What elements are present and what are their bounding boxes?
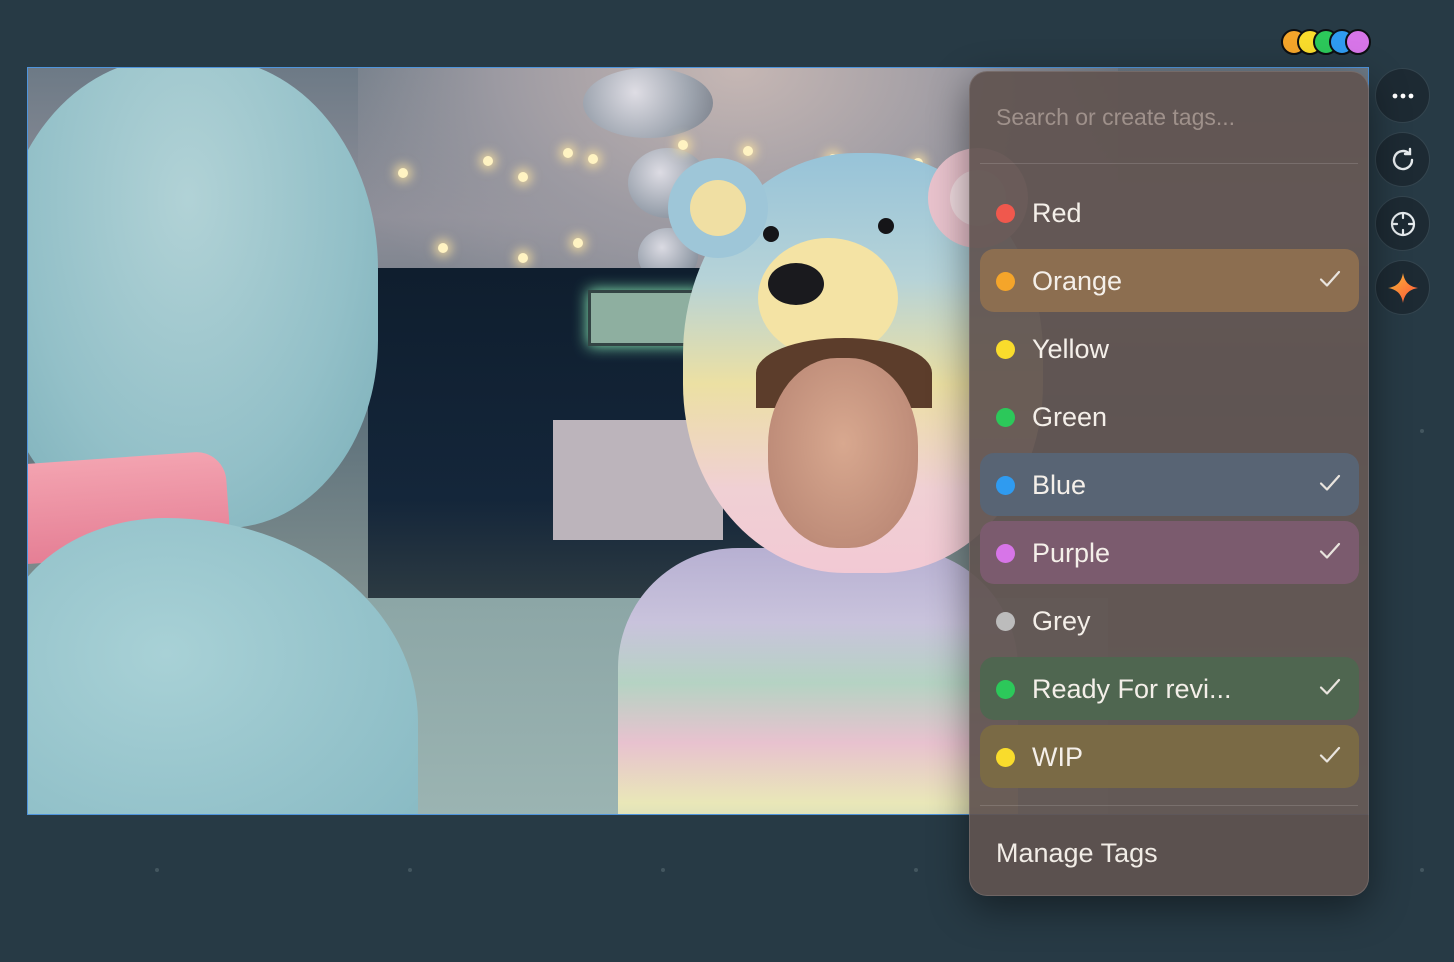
crosshair-icon [1387, 208, 1419, 240]
tag-label: Orange [1032, 266, 1123, 296]
tag-color-chip [1345, 29, 1371, 55]
separator [980, 163, 1358, 164]
tag-option[interactable]: Blue [980, 453, 1359, 516]
tag-label: Ready For revi... [1032, 674, 1232, 704]
tag-label: WIP [1032, 742, 1083, 772]
tag-label: Purple [1032, 538, 1111, 568]
checkmark-icon [1319, 269, 1341, 294]
more-icon [1392, 93, 1414, 99]
tag-color-dot [996, 748, 1015, 767]
tag-option[interactable]: Grey [980, 589, 1359, 652]
sparkle-icon [1386, 271, 1420, 305]
checkmark-icon [1319, 677, 1341, 702]
tag-color-dot [996, 476, 1015, 495]
ai-sparkle-button[interactable] [1375, 260, 1430, 315]
tag-label: Blue [1032, 470, 1087, 500]
bear-ear-left [668, 158, 768, 258]
striped-sweater [618, 548, 1018, 814]
checkmark-icon [1319, 541, 1341, 566]
tag-picker-panel: Red Orange Yellow Green Blue Purple Grey Ready … [969, 71, 1369, 896]
refresh-icon [1388, 145, 1418, 175]
tag-color-dot [996, 272, 1015, 291]
tag-color-dot [996, 340, 1015, 359]
tag-color-dot [996, 204, 1015, 223]
tag-color-dot [996, 544, 1015, 563]
tag-color-dot [996, 680, 1015, 699]
crosshair-button[interactable] [1375, 196, 1430, 251]
bear-nose [768, 263, 824, 305]
tag-label: Grey [1032, 606, 1091, 636]
separator [980, 805, 1358, 806]
bear-eye-left [763, 226, 779, 242]
tag-option[interactable]: WIP [980, 725, 1359, 788]
tag-option[interactable]: Orange [980, 249, 1359, 312]
tag-label: Red [1032, 198, 1082, 228]
more-button[interactable] [1375, 68, 1430, 123]
checkmark-icon [1319, 745, 1341, 770]
tag-label: Green [1032, 402, 1108, 432]
tag-option[interactable]: Green [980, 385, 1359, 448]
face [768, 358, 918, 548]
tag-color-dot [996, 612, 1015, 631]
tag-option[interactable]: Yellow [980, 317, 1359, 380]
tag-search-input[interactable] [996, 100, 1336, 134]
refresh-button[interactable] [1375, 132, 1430, 187]
manage-tags-button[interactable]: Manage Tags [996, 838, 1158, 869]
foreground-coat [28, 518, 418, 814]
tag-color-dot [996, 408, 1015, 427]
tag-option[interactable]: Purple [980, 521, 1359, 584]
tag-option[interactable]: Ready For revi... [980, 657, 1359, 720]
checkmark-icon [1319, 473, 1341, 498]
tag-label: Yellow [1032, 334, 1110, 364]
bear-eye-right [878, 218, 894, 234]
tag-option[interactable]: Red [980, 181, 1359, 244]
